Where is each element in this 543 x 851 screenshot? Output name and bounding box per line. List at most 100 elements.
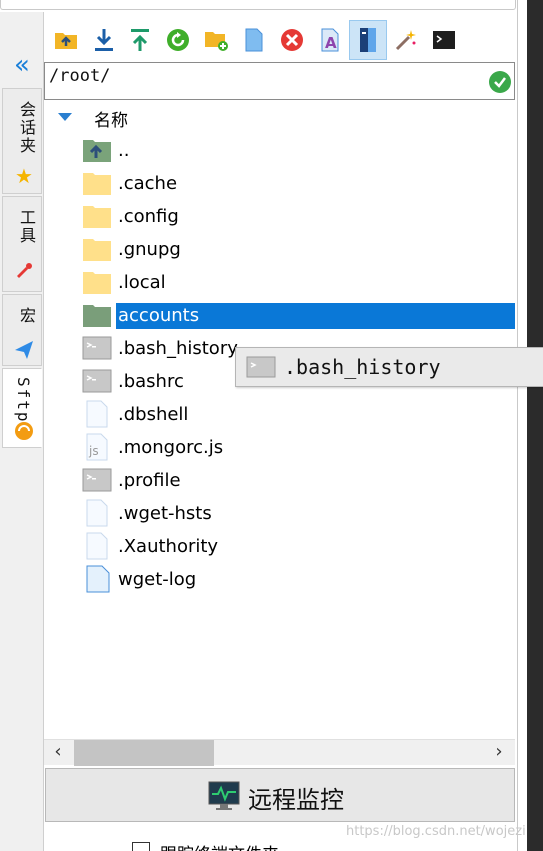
toggle-hidden-icon (360, 28, 376, 52)
list-item-label: .wget-hsts (118, 503, 212, 524)
list-item-label: .bashrc (118, 371, 184, 392)
tooltip-text: .bash_history (284, 355, 441, 379)
list-item-label: wget-log (118, 569, 197, 590)
upload-button[interactable] (121, 20, 159, 60)
list-item-label: .mongorc.js (118, 437, 224, 458)
folder-icon (83, 272, 111, 294)
scroll-left-icon[interactable]: ‹ (48, 742, 68, 762)
magic-wand-icon (395, 30, 416, 51)
follow-checkbox[interactable] (132, 842, 150, 851)
list-item-file[interactable]: .dbshell (82, 397, 515, 430)
delete-button[interactable] (273, 20, 311, 60)
terminal-icon (433, 31, 455, 49)
folder-icon (83, 239, 111, 261)
refresh-icon (167, 29, 189, 51)
list-item-label: .dbshell (118, 404, 189, 425)
left-sidebar: « 会话夹 ★ 工具 宏 Sftp (0, 12, 44, 851)
tab-macros-label: 宏 (17, 307, 36, 325)
list-item-label: .config (118, 206, 179, 227)
tab-sessions[interactable]: 会话夹 ★ (2, 88, 42, 194)
path-go-check-icon[interactable] (489, 71, 511, 93)
list-item-parent[interactable]: .. (82, 133, 515, 166)
list-item-file[interactable]: .Xauthority (82, 529, 515, 562)
list-item-label: .. (118, 140, 130, 161)
new-folder-button[interactable] (197, 20, 235, 60)
folder-icon (83, 206, 111, 228)
scroll-right-icon[interactable]: › (489, 742, 509, 762)
list-item-file[interactable]: js .mongorc.js (82, 430, 515, 463)
collapse-sidebar-icon[interactable]: « (8, 52, 36, 80)
rename-button[interactable]: A (311, 20, 349, 60)
name-column-header: 名称 (94, 111, 128, 131)
list-item-folder[interactable]: .cache (82, 166, 515, 199)
list-item-file[interactable]: .profile (82, 463, 515, 496)
tab-tools-label: 工具 (17, 209, 36, 245)
terminal-file-icon (82, 336, 112, 360)
terminal-button[interactable] (425, 20, 463, 60)
scrollbar-thumb[interactable] (74, 740, 214, 766)
delete-icon (281, 29, 303, 51)
toggle-hidden-button[interactable] (349, 20, 387, 60)
svg-text:A: A (325, 34, 337, 52)
new-folder-icon (205, 32, 228, 51)
toolbox-icon (13, 261, 35, 283)
top-input-bar (0, 0, 516, 10)
new-file-icon (245, 28, 263, 52)
file-icon (86, 565, 110, 593)
watermark: https://blog.csdn.net/wojezi (346, 824, 526, 839)
sftp-icon (13, 421, 35, 443)
list-item-folder[interactable]: .gnupg (82, 232, 515, 265)
filename-tooltip: .bash_history (235, 347, 543, 387)
terminal-file-icon (82, 369, 112, 393)
list-item-folder[interactable]: .config (82, 199, 515, 232)
magic-wand-button[interactable] (387, 20, 425, 60)
download-button[interactable] (85, 20, 123, 60)
list-item-label: .Xauthority (118, 536, 219, 557)
star-icon: ★ (15, 164, 33, 188)
terminal-file-icon (246, 356, 276, 378)
list-item-label: .profile (118, 470, 181, 491)
horizontal-scrollbar[interactable]: ‹ › (44, 739, 515, 766)
refresh-button[interactable] (159, 20, 197, 60)
sftp-toolbar: A (45, 18, 515, 62)
terminal-file-icon (82, 468, 112, 492)
monitor-icon (208, 781, 240, 810)
rename-icon: A (321, 28, 339, 52)
svg-text:js: js (88, 444, 99, 458)
remote-monitor-button[interactable]: 远程监控 (45, 768, 515, 822)
js-file-icon: js (86, 433, 108, 461)
new-file-button[interactable] (235, 20, 273, 60)
file-icon (86, 499, 108, 527)
parent-folder-icon (55, 33, 77, 49)
folder-icon (83, 305, 111, 327)
upload-icon (131, 29, 149, 51)
parent-folder-icon (83, 140, 111, 162)
tab-macros[interactable]: 宏 (2, 294, 42, 366)
tab-sessions-label: 会话夹 (17, 101, 36, 155)
collapse-caret-icon[interactable] (58, 113, 72, 121)
remote-monitor-label: 远程监控 (248, 786, 344, 814)
list-item-label: .bash_history (118, 338, 238, 359)
list-item-file[interactable]: wget-log (82, 562, 515, 595)
terminal-pane-edge (527, 0, 543, 851)
path-value: /root/ (49, 66, 111, 86)
path-input[interactable]: /root/ (44, 62, 515, 100)
tab-tools[interactable]: 工具 (2, 196, 42, 292)
download-icon (95, 29, 113, 51)
parent-folder-button[interactable] (47, 20, 85, 60)
file-icon (86, 532, 108, 560)
list-item-label: .local (118, 272, 166, 293)
list-item-label: .gnupg (118, 239, 181, 260)
paper-plane-icon (13, 339, 35, 361)
list-item-folder[interactable]: .local (82, 265, 515, 298)
list-item-label: .cache (118, 173, 178, 194)
tab-sftp-label: Sftp (14, 377, 33, 424)
panel-divider (517, 0, 527, 851)
list-item-label: accounts (116, 303, 515, 329)
file-icon (86, 400, 108, 428)
list-item-folder-selected[interactable]: accounts (82, 298, 515, 331)
follow-label: 跟踪终端文件夹 (160, 840, 279, 851)
tab-sftp[interactable]: Sftp (2, 368, 42, 448)
folder-icon (83, 173, 111, 195)
list-item-file[interactable]: .wget-hsts (82, 496, 515, 529)
